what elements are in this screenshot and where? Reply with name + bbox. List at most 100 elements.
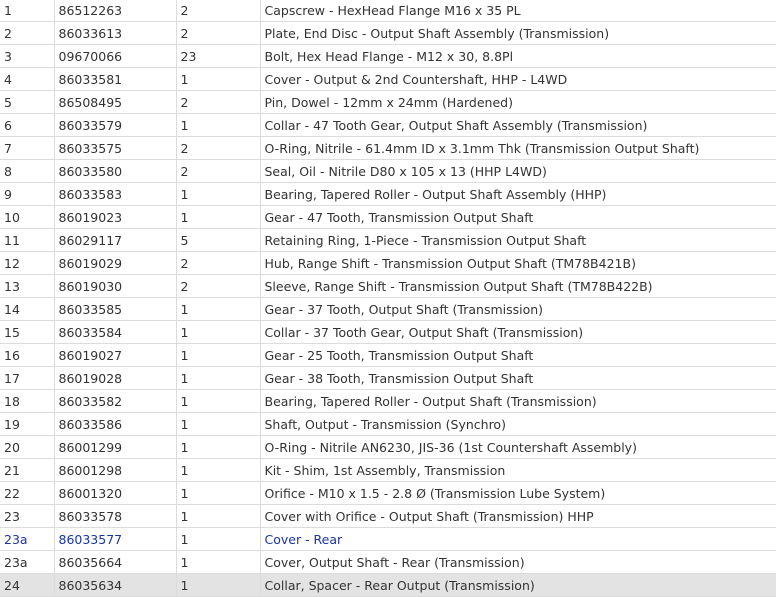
table-row[interactable]: 16 86019027 1 Gear - 25 Tooth, Transmission… [0, 343, 776, 367]
quantity-cell: 2 [176, 0, 261, 22]
quantity-cell: 1 [176, 205, 261, 229]
position-cell: 12 [0, 251, 55, 275]
description-cell: Gear - 25 Tooth, Transmission Output Sha… [260, 343, 776, 367]
description-cell: Collar, Spacer - Rear Output (Transmissi… [260, 573, 776, 597]
quantity-cell: 1 [176, 504, 261, 528]
part-number-cell: 86019028 [54, 366, 177, 390]
position-cell: 2 [0, 21, 55, 45]
description-cell: O-Ring - Nitrile AN6230, JIS-36 (1st Cou… [260, 435, 776, 459]
quantity-cell: 2 [176, 159, 261, 183]
description-cell: Bolt, Hex Head Flange - M12 x 30, 8.8Pl [260, 44, 776, 68]
table-row[interactable]: 17 86019028 1 Gear - 38 Tooth, Transmission… [0, 366, 776, 390]
position-cell: 7 [0, 136, 55, 160]
table-row[interactable]: 15 86033584 1 Collar - 37 Tooth Gear, Outpu… [0, 320, 776, 344]
position-cell: 21 [0, 458, 55, 482]
table-row[interactable]: 18 86033582 1 Bearing, Tapered Roller - Out… [0, 389, 776, 413]
quantity-cell: 1 [176, 67, 261, 91]
part-number-cell: 86033584 [54, 320, 177, 344]
part-number-cell: 86033581 [54, 67, 177, 91]
part-number-cell: 86019027 [54, 343, 177, 367]
position-cell: 18 [0, 389, 55, 413]
parts-table: 1 86512263 2 Capscrew - HexHead Flange M16 … [0, 0, 776, 597]
position-cell: 4 [0, 67, 55, 91]
quantity-cell: 1 [176, 435, 261, 459]
table-row[interactable]: 9 86033583 1 Bearing, Tapered Roller - Outp… [0, 182, 776, 206]
part-number-cell: 86001298 [54, 458, 177, 482]
table-row[interactable]: 19 86033586 1 Shaft, Output - Transmission … [0, 412, 776, 436]
quantity-cell: 1 [176, 182, 261, 206]
table-row[interactable]: 10 86019023 1 Gear - 47 Tooth, Transmission… [0, 205, 776, 229]
quantity-cell: 1 [176, 366, 261, 390]
description-cell: Gear - 47 Tooth, Transmission Output Sha… [260, 205, 776, 229]
table-row[interactable]: 5 86508495 2 Pin, Dowel - 12mm x 24mm (Hard… [0, 90, 776, 114]
table-row-link[interactable]: 23a 86033577 1 Cover - Rear [0, 527, 776, 551]
part-number-cell: 86508495 [54, 90, 177, 114]
description-cell: Collar - 37 Tooth Gear, Output Shaft (Tr… [260, 320, 776, 344]
part-number-cell: 86512263 [54, 0, 177, 22]
table-row[interactable]: 11 86029117 5 Retaining Ring, 1-Piece - Tra… [0, 228, 776, 252]
part-number-cell: 86033586 [54, 412, 177, 436]
quantity-cell: 1 [176, 481, 261, 505]
table-row[interactable]: 21 86001298 1 Kit - Shim, 1st Assembly, Tra… [0, 458, 776, 482]
table-row[interactable]: 22 86001320 1 Orifice - M10 x 1.5 - 2.8 Ø (… [0, 481, 776, 505]
position-cell: 11 [0, 228, 55, 252]
quantity-cell: 1 [176, 113, 261, 137]
position-cell: 24 [0, 573, 55, 597]
part-number-cell: 09670066 [54, 44, 177, 68]
table-row[interactable]: 12 86019029 2 Hub, Range Shift - Transmissi… [0, 251, 776, 275]
position-cell: 6 [0, 113, 55, 137]
part-number-link[interactable]: 86033577 [54, 527, 177, 551]
position-cell: 23 [0, 504, 55, 528]
quantity-cell: 1 [176, 320, 261, 344]
table-row-hovered[interactable]: 24 86035634 1 Collar, Spacer - Rear Output … [0, 573, 776, 597]
description-cell: Pin, Dowel - 12mm x 24mm (Hardened) [260, 90, 776, 114]
position-cell: 10 [0, 205, 55, 229]
position-cell: 5 [0, 90, 55, 114]
description-cell: Cover, Output Shaft - Rear (Transmission… [260, 550, 776, 574]
position-cell: 17 [0, 366, 55, 390]
position-cell: 16 [0, 343, 55, 367]
parts-table-body: 1 86512263 2 Capscrew - HexHead Flange M16 … [0, 0, 776, 597]
description-cell: Cover with Orifice - Output Shaft (Trans… [260, 504, 776, 528]
table-row[interactable]: 13 86019030 2 Sleeve, Range Shift - Transmi… [0, 274, 776, 298]
table-row[interactable]: 8 86033580 2 Seal, Oil - Nitrile D80 x 105 … [0, 159, 776, 183]
description-link[interactable]: Cover - Rear [260, 527, 776, 551]
table-row[interactable]: 14 86033585 1 Gear - 37 Tooth, Output Shaft… [0, 297, 776, 321]
table-row[interactable]: 23a 86035664 1 Cover, Output Shaft - Rear (… [0, 550, 776, 574]
part-number-cell: 86019023 [54, 205, 177, 229]
quantity-cell: 1 [176, 458, 261, 482]
quantity-cell: 23 [176, 44, 261, 68]
table-row[interactable]: 20 86001299 1 O-Ring - Nitrile AN6230, JIS-… [0, 435, 776, 459]
table-row[interactable]: 3 09670066 23 Bolt, Hex Head Flange - M12 x… [0, 44, 776, 68]
position-cell: 23a [0, 550, 55, 574]
position-cell: 19 [0, 412, 55, 436]
part-number-cell: 86033585 [54, 297, 177, 321]
table-row[interactable]: 2 86033613 2 Plate, End Disc - Output Shaft… [0, 21, 776, 45]
description-cell: Retaining Ring, 1-Piece - Transmission O… [260, 228, 776, 252]
part-number-cell: 86033580 [54, 159, 177, 183]
table-row[interactable]: 4 86033581 1 Cover - Output & 2nd Countersh… [0, 67, 776, 91]
quantity-cell: 1 [176, 412, 261, 436]
part-number-cell: 86033582 [54, 389, 177, 413]
description-cell: Orifice - M10 x 1.5 - 2.8 Ø (Transmissio… [260, 481, 776, 505]
table-row[interactable]: 23 86033578 1 Cover with Orifice - Output S… [0, 504, 776, 528]
description-cell: Bearing, Tapered Roller - Output Shaft A… [260, 182, 776, 206]
table-row[interactable]: 1 86512263 2 Capscrew - HexHead Flange M16 … [0, 0, 776, 22]
description-cell: Sleeve, Range Shift - Transmission Outpu… [260, 274, 776, 298]
description-cell: Hub, Range Shift - Transmission Output S… [260, 251, 776, 275]
description-cell: Kit - Shim, 1st Assembly, Transmission [260, 458, 776, 482]
quantity-cell: 2 [176, 251, 261, 275]
quantity-cell: 5 [176, 228, 261, 252]
quantity-cell: 2 [176, 136, 261, 160]
quantity-cell: 1 [176, 389, 261, 413]
table-row[interactable]: 7 86033575 2 O-Ring, Nitrile - 61.4mm ID x … [0, 136, 776, 160]
quantity-cell: 2 [176, 21, 261, 45]
position-cell[interactable]: 23a [0, 527, 55, 551]
description-cell: Cover - Output & 2nd Countershaft, HHP -… [260, 67, 776, 91]
part-number-cell: 86033613 [54, 21, 177, 45]
description-cell: Seal, Oil - Nitrile D80 x 105 x 13 (HHP … [260, 159, 776, 183]
part-number-cell: 86019029 [54, 251, 177, 275]
table-row[interactable]: 6 86033579 1 Collar - 47 Tooth Gear, Output… [0, 113, 776, 137]
position-cell: 8 [0, 159, 55, 183]
position-cell: 1 [0, 0, 55, 22]
